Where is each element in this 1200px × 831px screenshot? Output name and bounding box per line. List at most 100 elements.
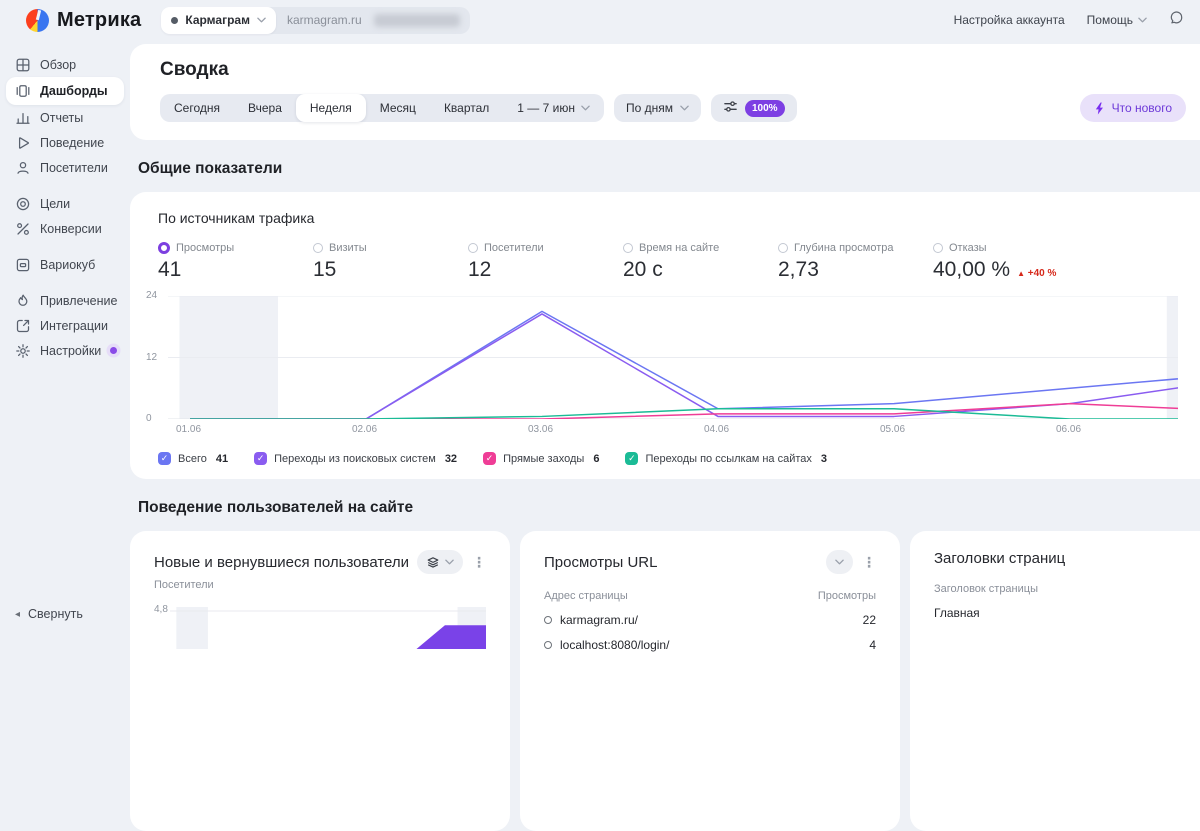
card-title: Просмотры URL <box>544 554 657 571</box>
sidebar-item-label: Поведение <box>40 136 104 150</box>
behavior-cards-row: Новые и вернувшиеся пользователи ⋮ Посет… <box>130 531 1200 831</box>
date-range-button[interactable]: 1 — 7 июн <box>503 94 604 122</box>
sidebar-item-variocube[interactable]: Вариокуб <box>6 252 124 277</box>
chevron-down-icon <box>581 105 590 111</box>
new-returning-users-card: Новые и вернувшиеся пользователи ⋮ Посет… <box>130 531 510 831</box>
metric-value: 20 с <box>623 258 778 282</box>
sliders-icon <box>723 99 738 117</box>
page-title: Сводка <box>160 59 1186 81</box>
sidebar: Обзор Дашборды Отчеты Поведение Посетители Це… <box>0 40 130 635</box>
chart-type-select[interactable] <box>417 550 463 574</box>
y-axis-label: 24 <box>146 290 157 301</box>
legend-label: Переходы по ссылкам на сайтах <box>645 453 811 465</box>
card-menu-button[interactable]: ⋮ <box>472 554 486 571</box>
integrations-icon <box>15 318 31 334</box>
legend-item-search[interactable]: ✓Переходы из поисковых систем32 <box>254 452 457 465</box>
favicon-icon <box>544 616 552 624</box>
metric-label: Глубина просмотра <box>794 242 893 254</box>
legend-label: Переходы из поисковых систем <box>274 453 436 465</box>
metric-tab-depth[interactable]: Глубина просмотра 2,73 <box>778 242 933 282</box>
counter-name-pill[interactable]: Кармаграм <box>161 7 276 34</box>
radio-icon <box>158 242 170 254</box>
table-row[interactable]: localhost:8080/login/4 <box>544 638 876 652</box>
url-link[interactable]: karmagram.ru/ <box>544 613 638 627</box>
sidebar-item-goals[interactable]: Цели <box>6 191 124 216</box>
counter-selector[interactable]: Кармаграм karmagram.ru <box>161 7 469 34</box>
y-axis-label: 12 <box>146 352 157 363</box>
radio-icon <box>778 243 788 253</box>
metric-tab-time-on-site[interactable]: Время на сайте 20 с <box>623 242 778 282</box>
column-header-title: Заголовок страницы <box>934 583 1038 595</box>
chat-icon[interactable] <box>1169 10 1184 30</box>
url-link[interactable]: localhost:8080/login/ <box>544 638 669 652</box>
url-views-card: Просмотры URL ⋮ Адрес страницы Просмотры… <box>520 531 900 831</box>
metric-label: Время на сайте <box>639 242 719 254</box>
traffic-card-title: По источникам трафика <box>158 210 1188 226</box>
legend-item-links[interactable]: ✓ Переходы по ссылкам на сайтах 3 <box>625 452 827 465</box>
sidebar-item-reports[interactable]: Отчеты <box>6 105 124 130</box>
sidebar-item-integrations[interactable]: Интеграции <box>6 313 124 338</box>
table-row[interactable]: karmagram.ru/22 <box>544 613 876 627</box>
metric-label: Посетители <box>484 242 544 254</box>
x-axis-label: 06.06 <box>1056 424 1081 435</box>
chart-type-select[interactable] <box>826 550 853 574</box>
sidebar-item-dashboards[interactable]: Дашборды <box>6 77 124 105</box>
favicon-icon <box>544 641 552 649</box>
chevron-down-icon <box>1138 17 1147 23</box>
new-returning-chart[interactable]: 4,8 <box>154 607 486 649</box>
sidebar-item-acquisition[interactable]: Привлечение <box>6 288 124 313</box>
radio-icon <box>623 243 633 253</box>
counter-domain: karmagram.ru <box>287 13 362 27</box>
help-menu[interactable]: Помощь <box>1087 13 1147 27</box>
range-button-month[interactable]: Месяц <box>366 94 430 122</box>
blurred-counter-id <box>374 14 460 27</box>
sidebar-item-label: Дашборды <box>40 84 108 98</box>
legend-value: 41 <box>216 453 228 465</box>
metric-tab-visits[interactable]: Визиты15 <box>313 242 468 282</box>
sidebar-item-label: Конверсии <box>40 222 102 236</box>
metrics-row: Просмотры41Визиты15Посетители12Время на … <box>158 242 1188 282</box>
traffic-chart[interactable]: 0122401.0602.0603.0604.0605.0606.06 <box>146 296 1188 442</box>
account-settings-link[interactable]: Настройка аккаунта <box>954 13 1065 27</box>
y-axis-label: 4,8 <box>154 604 168 615</box>
metric-value: 41 <box>158 258 313 282</box>
range-button-yesterday[interactable]: Вчера <box>234 94 296 122</box>
metric-value: 2,73 <box>778 258 933 282</box>
sidebar-item-overview[interactable]: Обзор <box>6 52 124 77</box>
topbar: Метрика Кармаграм karmagram.ru Настройка… <box>0 0 1200 40</box>
checkbox-checked-icon: ✓ <box>625 452 638 465</box>
collapse-sidebar-button[interactable]: ◂ Свернуть <box>6 607 124 621</box>
card-menu-button[interactable]: ⋮ <box>862 554 876 571</box>
site-favicon-icon <box>171 17 178 24</box>
chart-canvas[interactable] <box>168 296 1178 419</box>
legend-value: 6 <box>593 453 599 465</box>
sampling-control[interactable]: 100% <box>711 94 797 122</box>
section-general-title: Общие показатели <box>138 160 1200 178</box>
range-button-today[interactable]: Сегодня <box>160 94 234 122</box>
url-table: karmagram.ru/22 localhost:8080/login/4 <box>544 613 876 652</box>
legend-value: 3 <box>821 453 827 465</box>
whats-new-button[interactable]: Что нового <box>1080 94 1186 122</box>
sidebar-item-behavior[interactable]: Поведение <box>6 130 124 155</box>
range-button-quarter[interactable]: Квартал <box>430 94 503 122</box>
sidebar-item-visitors[interactable]: Посетители <box>6 155 124 180</box>
sidebar-item-conversions[interactable]: Конверсии <box>6 216 124 241</box>
metrika-logo[interactable]: Метрика <box>26 9 141 32</box>
table-header: Заголовок страницы <box>934 583 1192 595</box>
metric-tab-views[interactable]: Просмотры41 <box>158 242 313 282</box>
views-value: 4 <box>869 638 876 652</box>
legend-item-total[interactable]: ✓Всего41 <box>158 452 228 465</box>
metric-tab-visitors[interactable]: Посетители12 <box>468 242 623 282</box>
metric-tab-bounce[interactable]: Отказы40,00 %▲ +40 % <box>933 242 1088 282</box>
granularity-select[interactable]: По дням <box>614 94 701 122</box>
checkbox-checked-icon: ✓ <box>158 452 171 465</box>
metric-label: Визиты <box>329 242 367 254</box>
table-row[interactable]: Главная <box>934 606 1192 620</box>
play-icon <box>15 135 31 151</box>
notification-dot <box>110 347 117 354</box>
sidebar-item-settings[interactable]: Настройки <box>6 338 124 363</box>
legend-item-direct[interactable]: ✓Прямые заходы6 <box>483 452 599 465</box>
counter-name: Кармаграм <box>185 13 250 27</box>
checkbox-checked-icon: ✓ <box>254 452 267 465</box>
range-button-week[interactable]: Неделя <box>296 94 366 122</box>
